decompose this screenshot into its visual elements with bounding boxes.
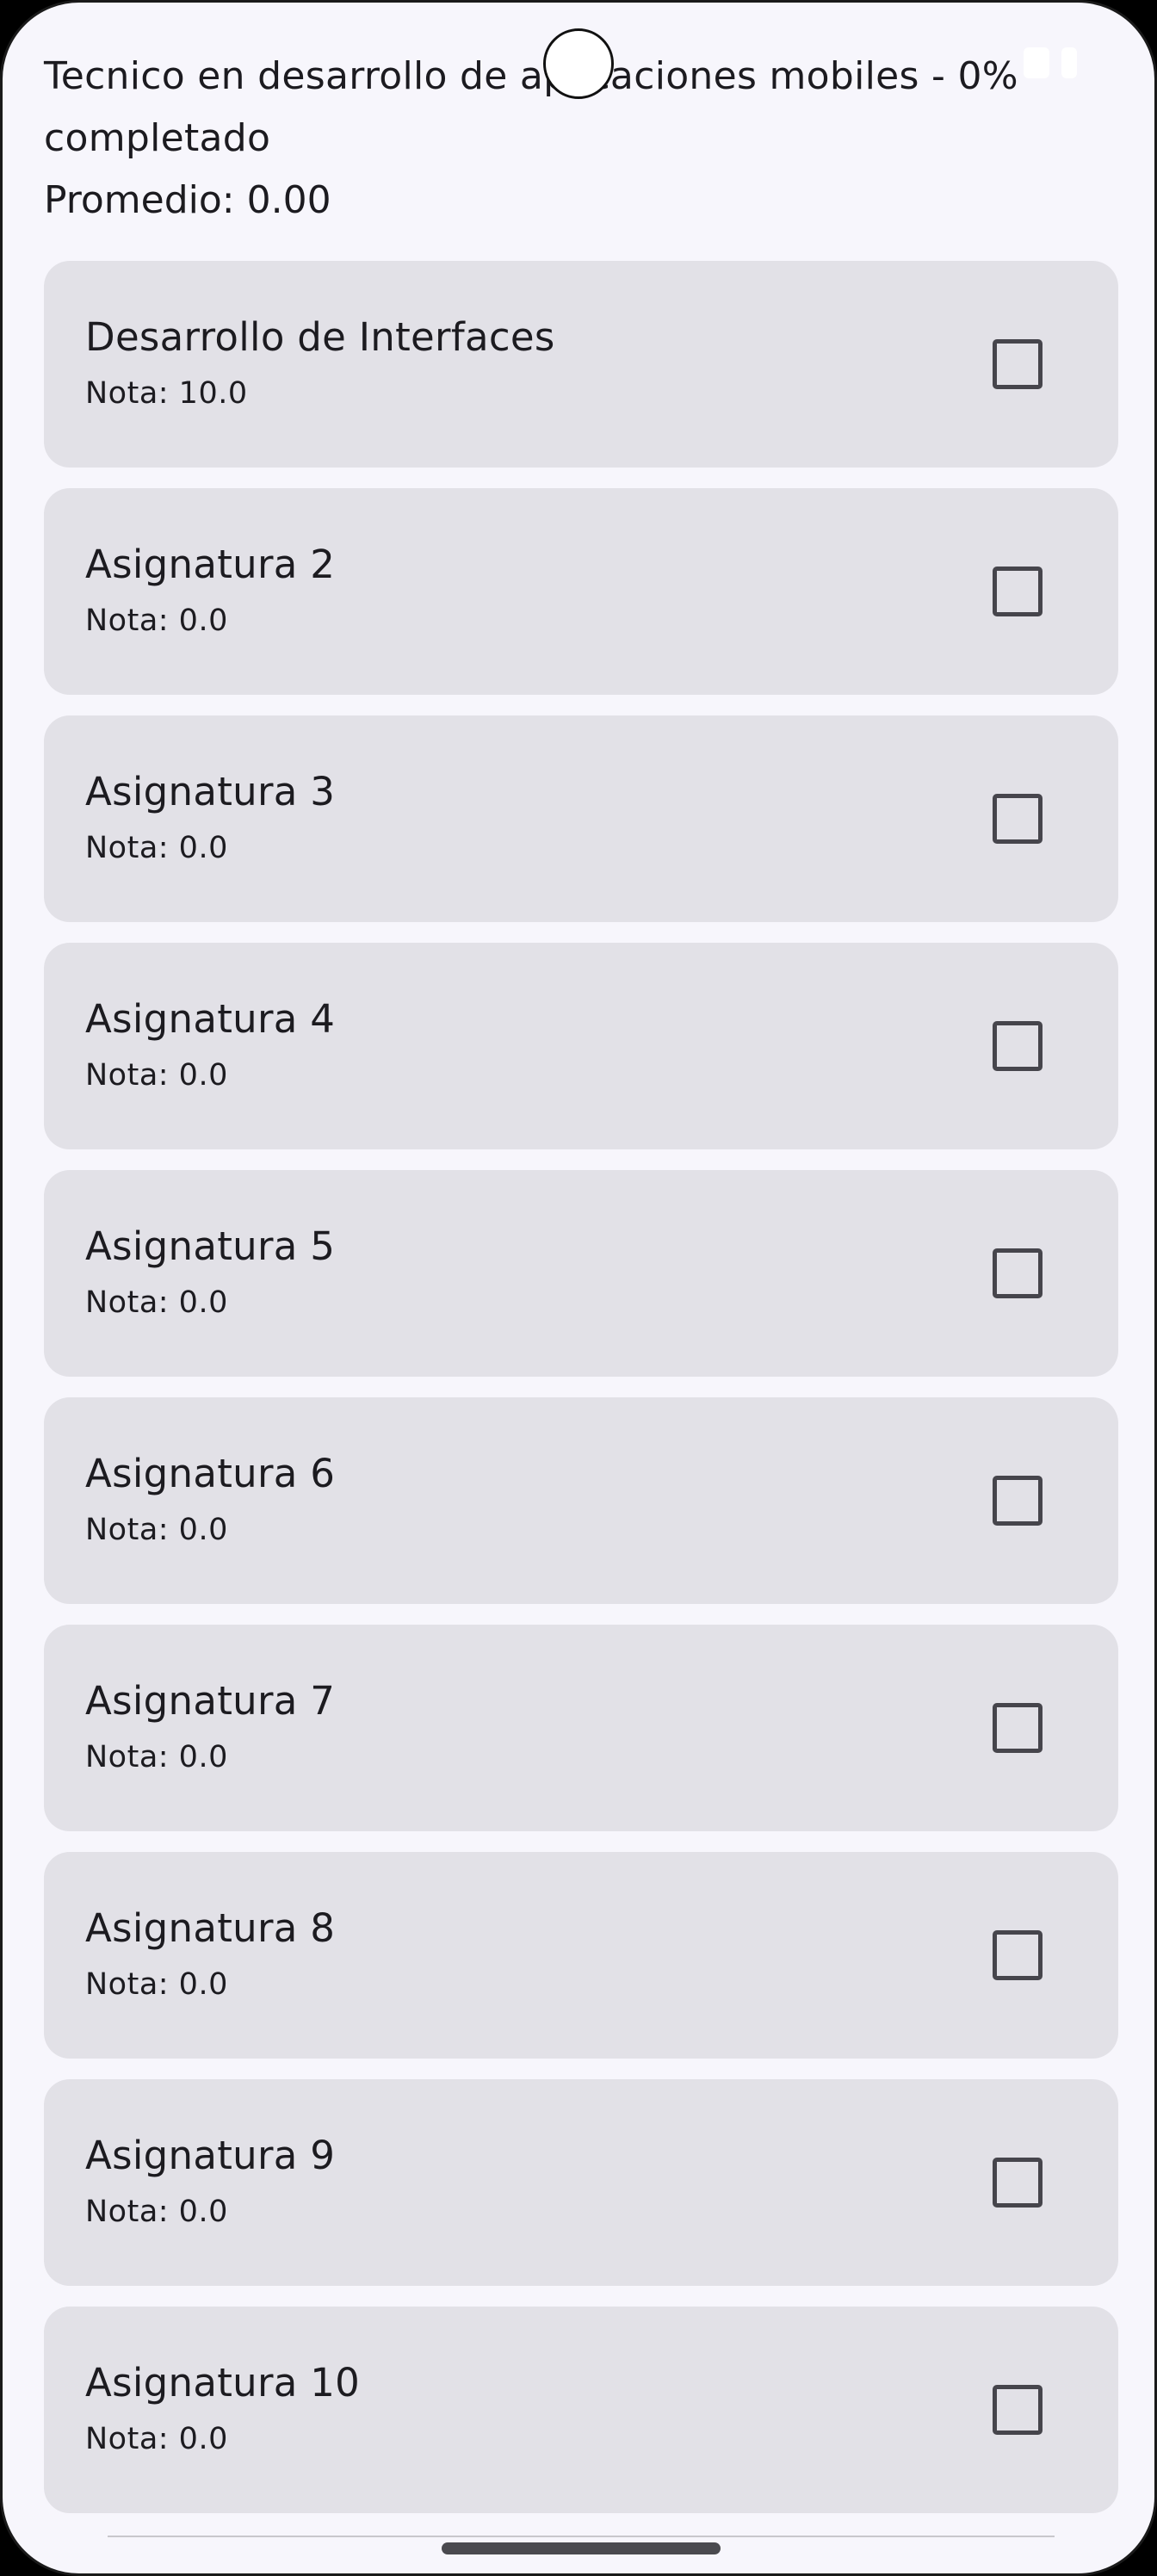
- subject-card[interactable]: Asignatura 5 Nota: 0.0: [44, 1170, 1118, 1377]
- subject-card[interactable]: Desarrollo de Interfaces Nota: 10.0: [44, 261, 1118, 468]
- subject-checkbox[interactable]: [993, 794, 1043, 844]
- status-bar-icons: [1024, 47, 1077, 78]
- subject-grade: Nota: 0.0: [85, 1058, 228, 1093]
- subject-card[interactable]: Asignatura 3 Nota: 0.0: [44, 715, 1118, 922]
- average-label: Promedio: 0.00: [44, 178, 331, 222]
- subject-name: Asignatura 5: [85, 1223, 336, 1269]
- subject-card[interactable]: Asignatura 2 Nota: 0.0: [44, 488, 1118, 695]
- subject-grade: Nota: 0.0: [85, 1740, 228, 1774]
- subject-checkbox[interactable]: [993, 1476, 1043, 1526]
- subject-list: Desarrollo de Interfaces Nota: 10.0 Asig…: [44, 261, 1118, 2534]
- subject-name: Asignatura 2: [85, 542, 336, 587]
- subject-grade: Nota: 0.0: [85, 1285, 228, 1320]
- subject-grade: Nota: 0.0: [85, 831, 228, 865]
- battery-icon: [1061, 47, 1077, 78]
- subject-name: Asignatura 4: [85, 996, 336, 1042]
- subject-grade: Nota: 0.0: [85, 2422, 228, 2456]
- subject-checkbox[interactable]: [993, 2385, 1043, 2435]
- subject-card[interactable]: Asignatura 10 Nota: 0.0: [44, 2307, 1118, 2513]
- subject-name: Asignatura 10: [85, 2360, 361, 2406]
- subject-name: Asignatura 7: [85, 1678, 336, 1724]
- subject-checkbox[interactable]: [993, 1930, 1043, 1980]
- subject-grade: Nota: 10.0: [85, 376, 248, 411]
- subject-name: Desarrollo de Interfaces: [85, 314, 555, 360]
- signal-icon: [1024, 47, 1049, 78]
- subject-card[interactable]: Asignatura 7 Nota: 0.0: [44, 1625, 1118, 1831]
- subject-grade: Nota: 0.0: [85, 604, 228, 638]
- subject-name: Asignatura 9: [85, 2133, 336, 2178]
- app-screen: Tecnico en desarrollo de aplicaciones mo…: [0, 0, 1157, 2576]
- subject-card[interactable]: Asignatura 9 Nota: 0.0: [44, 2079, 1118, 2286]
- subject-checkbox[interactable]: [993, 339, 1043, 389]
- subject-name: Asignatura 3: [85, 769, 336, 814]
- home-gesture-bar[interactable]: [442, 2542, 721, 2554]
- front-camera: [543, 28, 614, 99]
- subject-checkbox[interactable]: [993, 1248, 1043, 1298]
- subject-card[interactable]: Asignatura 4 Nota: 0.0: [44, 943, 1118, 1149]
- bottom-divider: [108, 2536, 1055, 2537]
- subject-name: Asignatura 8: [85, 1905, 336, 1951]
- subject-checkbox[interactable]: [993, 1021, 1043, 1071]
- subject-grade: Nota: 0.0: [85, 1967, 228, 2002]
- subject-grade: Nota: 0.0: [85, 2195, 228, 2229]
- subject-name: Asignatura 6: [85, 1451, 336, 1496]
- subject-checkbox[interactable]: [993, 2158, 1043, 2208]
- subject-card[interactable]: Asignatura 8 Nota: 0.0: [44, 1852, 1118, 2059]
- subject-checkbox[interactable]: [993, 567, 1043, 616]
- subject-card[interactable]: Asignatura 6 Nota: 0.0: [44, 1397, 1118, 1604]
- subject-checkbox[interactable]: [993, 1703, 1043, 1753]
- subject-grade: Nota: 0.0: [85, 1513, 228, 1547]
